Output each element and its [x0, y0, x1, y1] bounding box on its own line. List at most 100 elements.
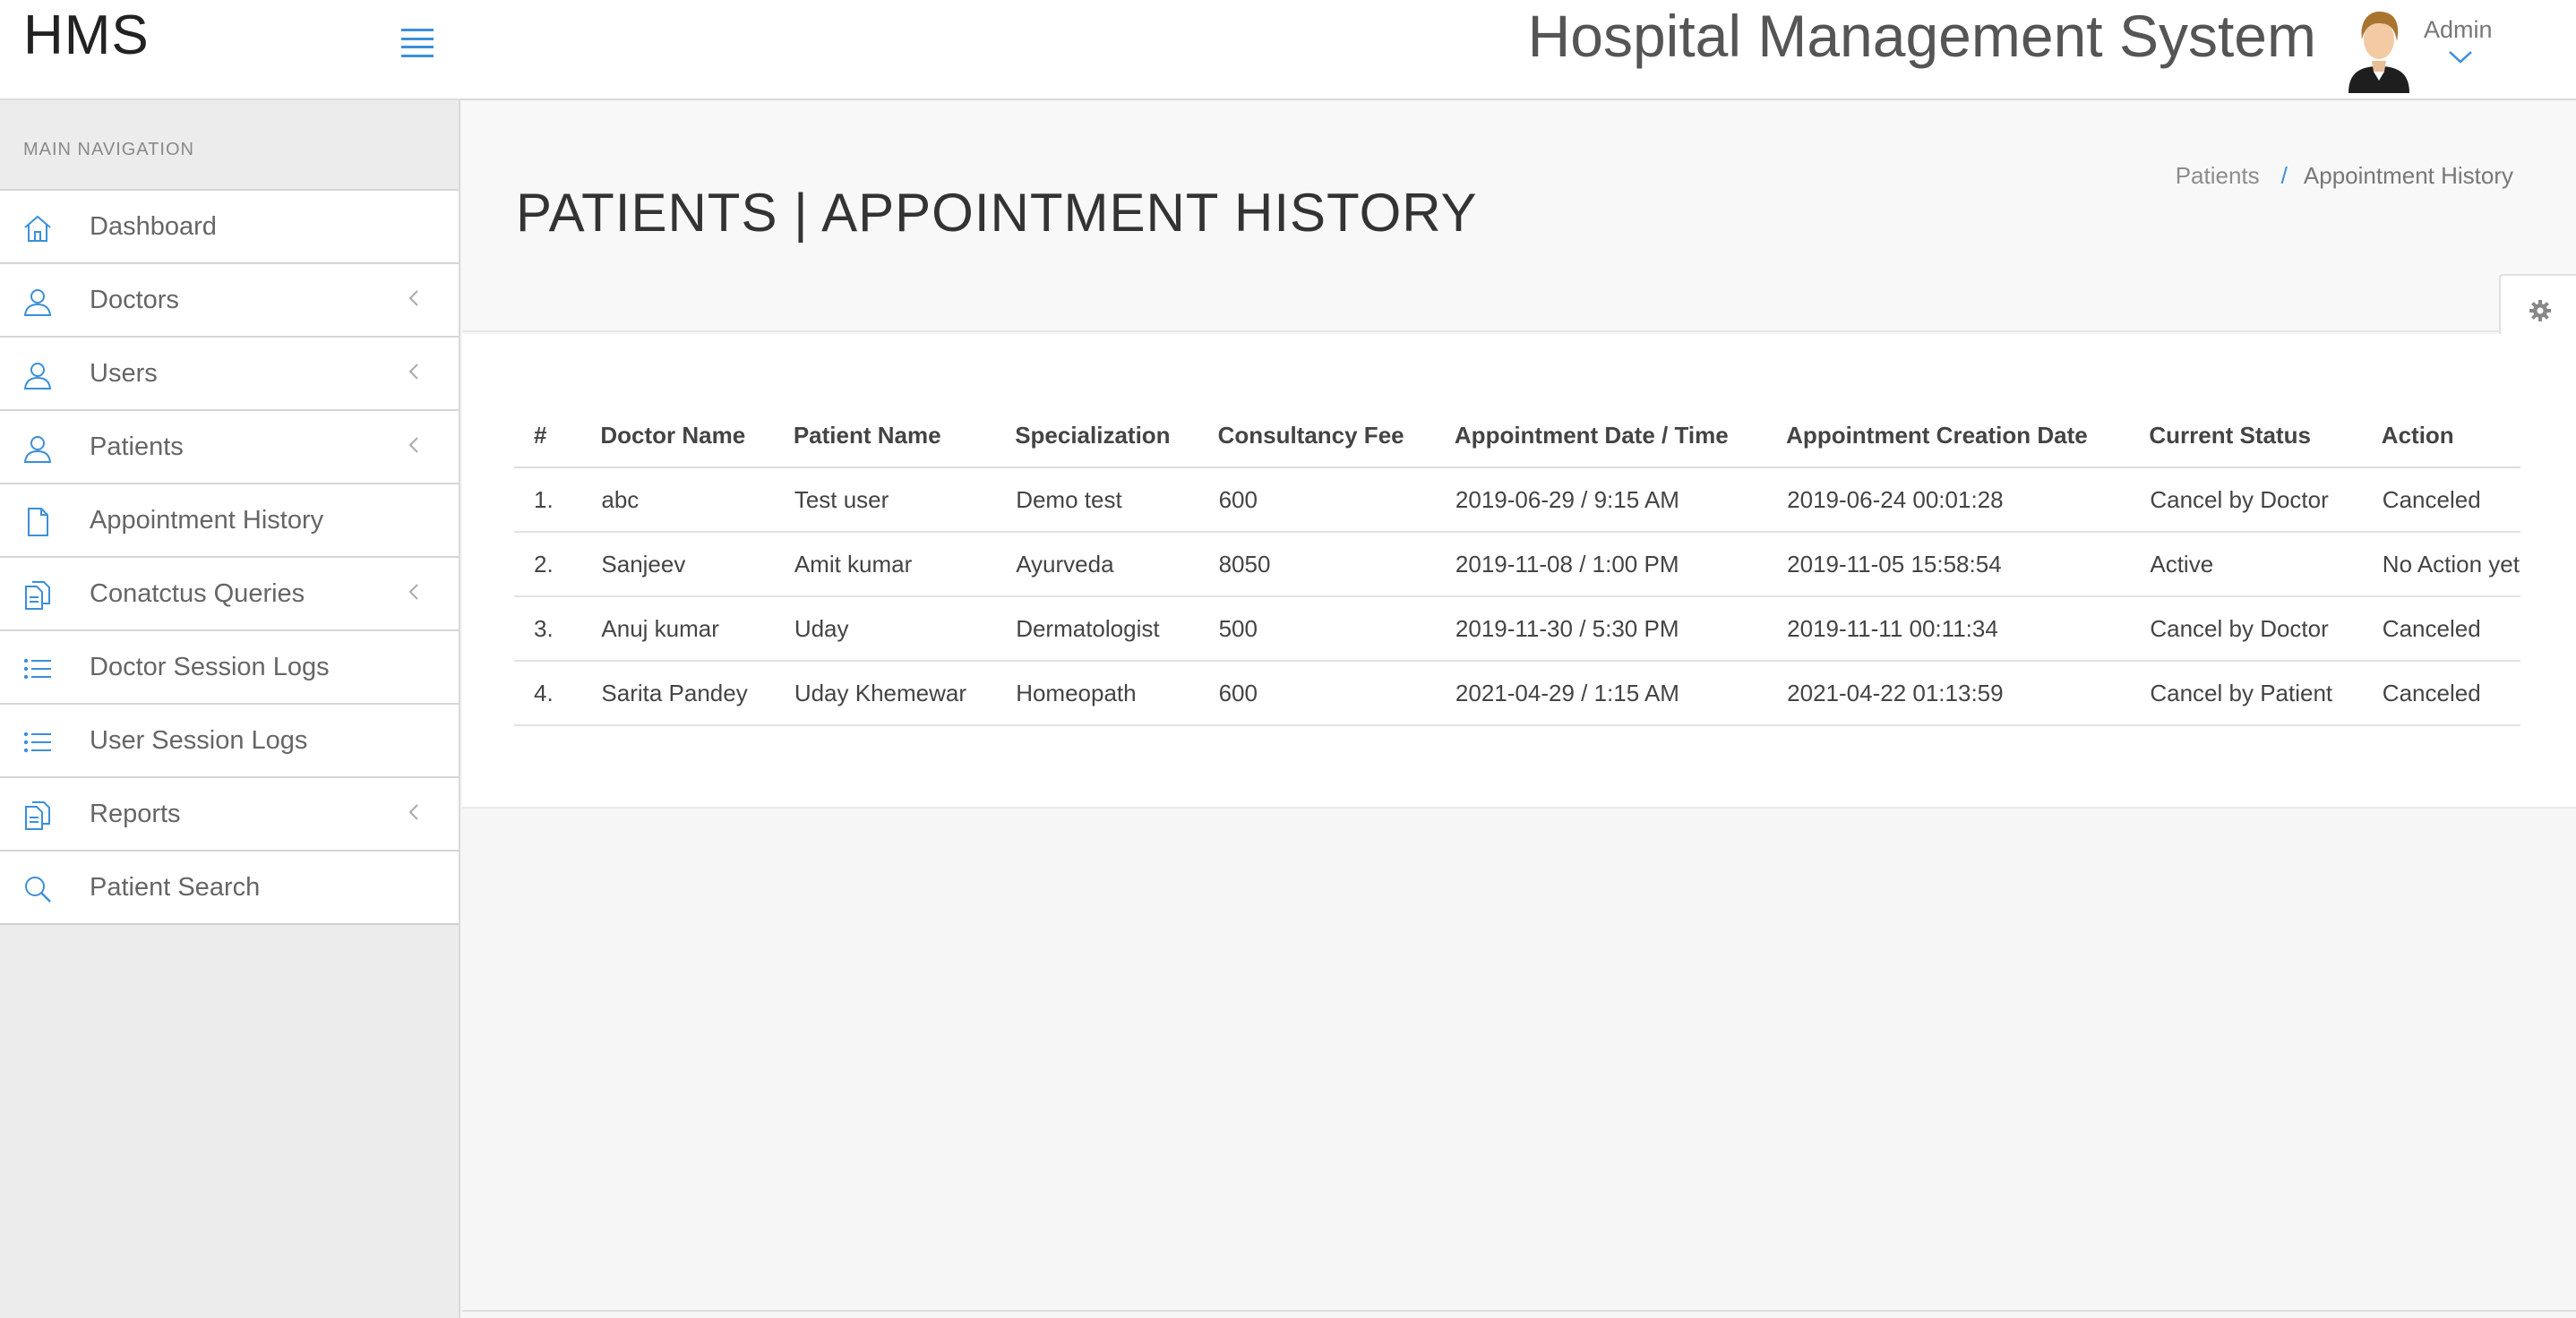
sidebar-item-doctors[interactable]: Doctors — [0, 264, 459, 338]
sidebar-item-appointment-history[interactable]: Appointment History — [0, 484, 459, 558]
table-cell: Canceled — [2381, 596, 2520, 662]
table-cell: No Action yet — [2381, 532, 2520, 597]
table-cell: 2. — [514, 532, 601, 597]
sidebar-item-doctor-session-logs[interactable]: Doctor Session Logs — [0, 631, 459, 705]
table-cell: Amit kumar — [793, 532, 1016, 597]
sidebar-item-label: Doctors — [90, 285, 179, 314]
table-cell: Canceled — [2381, 661, 2520, 726]
top-bar: Hospital Management System Admin — [460, 0, 2576, 100]
table-cell: 1. — [514, 467, 601, 533]
table-cell: Anuj kumar — [600, 596, 794, 662]
table-cell: 2019-11-08 / 1:00 PM — [1454, 532, 1787, 597]
column-header: Consultancy Fee — [1217, 404, 1455, 468]
table-cell: 600 — [1217, 467, 1455, 533]
table-cell: 2019-06-29 / 9:15 AM — [1454, 467, 1787, 533]
sidebar-item-label: Appointment History — [90, 505, 324, 535]
table-cell: Cancel by Doctor — [2149, 596, 2382, 662]
sidebar: HMS MAIN NAVIGATION Dashboard Doctors User… — [0, 0, 460, 1318]
sidebar-item-users[interactable]: Users — [0, 338, 459, 411]
sidebar-item-label: User Session Logs — [90, 725, 308, 755]
brand-logo-text[interactable]: HMS — [23, 4, 150, 67]
sidebar-item-dashboard[interactable]: Dashboard — [0, 191, 459, 264]
sidebar-item-user-session-logs[interactable]: User Session Logs — [0, 705, 459, 778]
table-cell: abc — [600, 467, 794, 533]
chevron-left-icon[interactable] — [405, 800, 423, 826]
table-cell: 2021-04-22 01:13:59 — [1786, 661, 2150, 726]
table-body: 1. abc Test user Demo test 600 2019-06-29 / 9… — [514, 467, 2520, 726]
table-cell: Cancel by Doctor — [2149, 467, 2382, 533]
content-panel: # Doctor Name Patient Name Specialization Co… — [462, 334, 2576, 809]
table-cell: 600 — [1217, 661, 1455, 726]
column-header: Appointment Date / Time — [1454, 404, 1787, 468]
table-cell: Sarita Pandey — [600, 661, 794, 726]
table-cell: Active — [2149, 532, 2382, 597]
list-icon — [20, 724, 56, 760]
sidebar-item-label: Dashboard — [90, 211, 217, 241]
table-cell: 4. — [514, 661, 601, 726]
sidebar-item-patient-search[interactable]: Patient Search — [0, 852, 459, 925]
sidebar-item-reports[interactable]: Reports — [0, 778, 459, 852]
home-icon — [20, 210, 56, 246]
sidebar-item-label: Patients — [90, 432, 184, 461]
column-header: Specialization — [1015, 404, 1218, 468]
chevron-left-icon[interactable] — [405, 432, 423, 459]
table-cell: Canceled — [2381, 467, 2520, 533]
footer-divider — [462, 1310, 2576, 1312]
gear-icon — [2529, 300, 2551, 321]
user-icon — [20, 357, 56, 393]
user-name[interactable]: Admin — [2424, 16, 2493, 44]
column-header: Patient Name — [793, 404, 1016, 468]
table-cell: 2019-11-11 00:11:34 — [1786, 596, 2150, 662]
sidebar-item-label: Users — [90, 358, 158, 388]
table-row: 3. Anuj kumar Uday Dermatologist 500 2019-11-… — [514, 596, 2520, 662]
nav-list: Dashboard Doctors Users Patients Appointment… — [0, 189, 459, 925]
avatar-icon[interactable] — [2343, 4, 2415, 93]
table-cell: Uday — [793, 596, 1016, 662]
chevron-left-icon[interactable] — [405, 286, 423, 312]
table-row: 4. Sarita Pandey Uday Khemewar Homeopath 600… — [514, 661, 2520, 726]
sidebar-item-label: Patient Search — [90, 872, 261, 902]
list-icon — [20, 651, 56, 687]
page-title: PATIENTS | APPOINTMENT HISTORY — [516, 183, 1478, 243]
table-cell: Ayurveda — [1015, 532, 1218, 597]
table-cell: 2019-11-30 / 5:30 PM — [1454, 596, 1787, 662]
sidebar-item-conatctus-queries[interactable]: Conatctus Queries — [0, 558, 459, 631]
table-cell: Dermatologist — [1015, 596, 1218, 662]
breadcrumb: Patients / Appointment History — [2176, 162, 2513, 190]
table-header-row: # Doctor Name Patient Name Specialization Co… — [514, 404, 2520, 468]
search-icon — [20, 871, 56, 907]
column-header: Appointment Creation Date — [1786, 404, 2150, 468]
table-cell: 8050 — [1217, 532, 1455, 597]
chevron-left-icon[interactable] — [405, 579, 423, 606]
table-cell: 2019-06-24 00:01:28 — [1786, 467, 2150, 533]
table-cell: Test user — [793, 467, 1016, 533]
column-header: Action — [2381, 404, 2520, 468]
sidebar-item-label: Reports — [90, 799, 181, 828]
table-cell: 2021-04-29 / 1:15 AM — [1454, 661, 1787, 726]
brand-bar: HMS — [0, 0, 460, 100]
file-icon — [20, 504, 56, 540]
files-icon — [20, 798, 56, 834]
table-cell: 3. — [514, 596, 601, 662]
table-row: 2. Sanjeev Amit kumar Ayurveda 8050 2019-11-0… — [514, 532, 2520, 597]
column-header: Current Status — [2149, 404, 2382, 468]
table-cell: Uday Khemewar — [793, 661, 1016, 726]
column-header: # — [514, 404, 601, 468]
chevron-left-icon[interactable] — [405, 359, 423, 386]
column-header: Doctor Name — [600, 404, 794, 468]
breadcrumb-separator: / — [2280, 162, 2288, 189]
page-header: PATIENTS | APPOINTMENT HISTORY Patients /… — [462, 101, 2576, 332]
user-icon — [20, 284, 56, 320]
sidebar-item-patients[interactable]: Patients — [0, 411, 459, 484]
chevron-down-icon[interactable] — [2447, 48, 2474, 66]
appointment-table: # Doctor Name Patient Name Specialization Co… — [514, 404, 2520, 726]
user-icon — [20, 431, 56, 466]
menu-toggle-icon[interactable] — [401, 29, 434, 57]
nav-caption: MAIN NAVIGATION — [23, 140, 194, 159]
breadcrumb-parent[interactable]: Patients — [2176, 162, 2260, 189]
sidebar-item-label: Doctor Session Logs — [90, 652, 330, 681]
table-cell: Homeopath — [1015, 661, 1218, 726]
table-cell: 2019-11-05 15:58:54 — [1786, 532, 2150, 597]
app-title: Hospital Management System — [1527, 3, 2316, 69]
breadcrumb-current: Appointment History — [2303, 162, 2513, 189]
